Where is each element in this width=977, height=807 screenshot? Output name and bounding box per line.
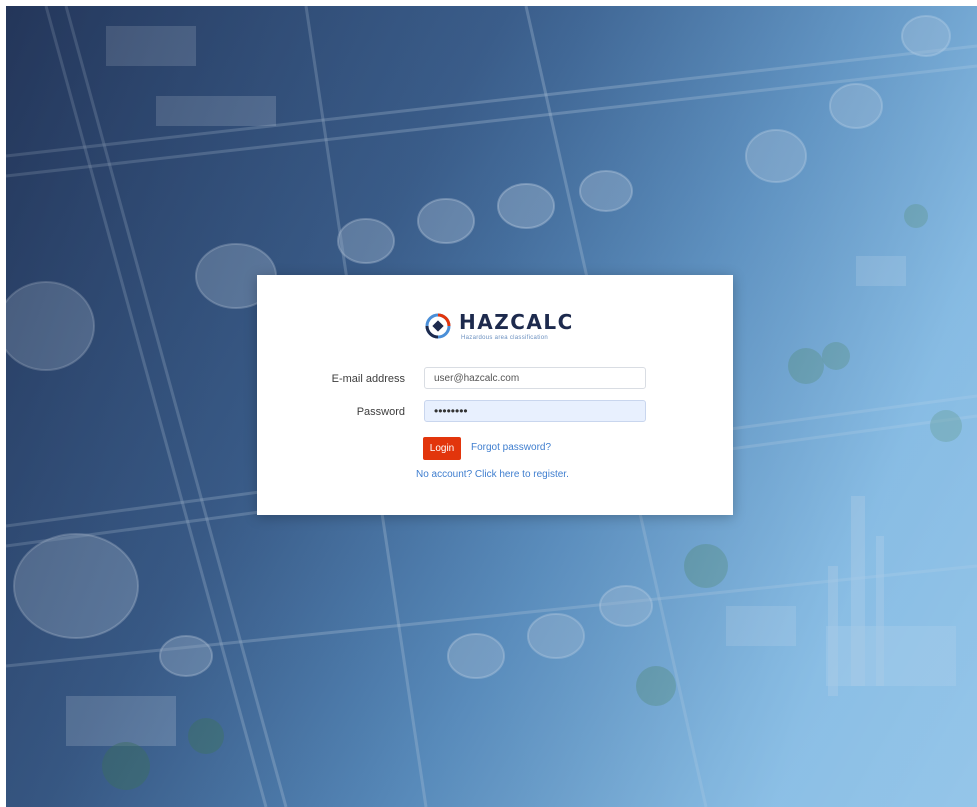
forgot-password-link[interactable]: Forgot password? bbox=[471, 442, 551, 453]
password-field[interactable] bbox=[424, 400, 646, 422]
email-field[interactable] bbox=[424, 367, 646, 389]
brand-logo: HAZCALC Hazardous area classification bbox=[425, 311, 575, 345]
hazcalc-logo-icon bbox=[425, 313, 451, 339]
register-link[interactable]: No account? Click here to register. bbox=[416, 469, 569, 480]
background-photo: HAZCALC Hazardous area classification E-… bbox=[6, 6, 977, 807]
login-button[interactable]: Login bbox=[423, 437, 461, 460]
login-card: HAZCALC Hazardous area classification E-… bbox=[257, 275, 733, 515]
password-label: Password bbox=[356, 406, 405, 418]
email-label: E-mail address bbox=[331, 373, 405, 385]
brand-tagline: Hazardous area classification bbox=[461, 335, 549, 341]
brand-name: HAZCALC bbox=[459, 310, 574, 334]
